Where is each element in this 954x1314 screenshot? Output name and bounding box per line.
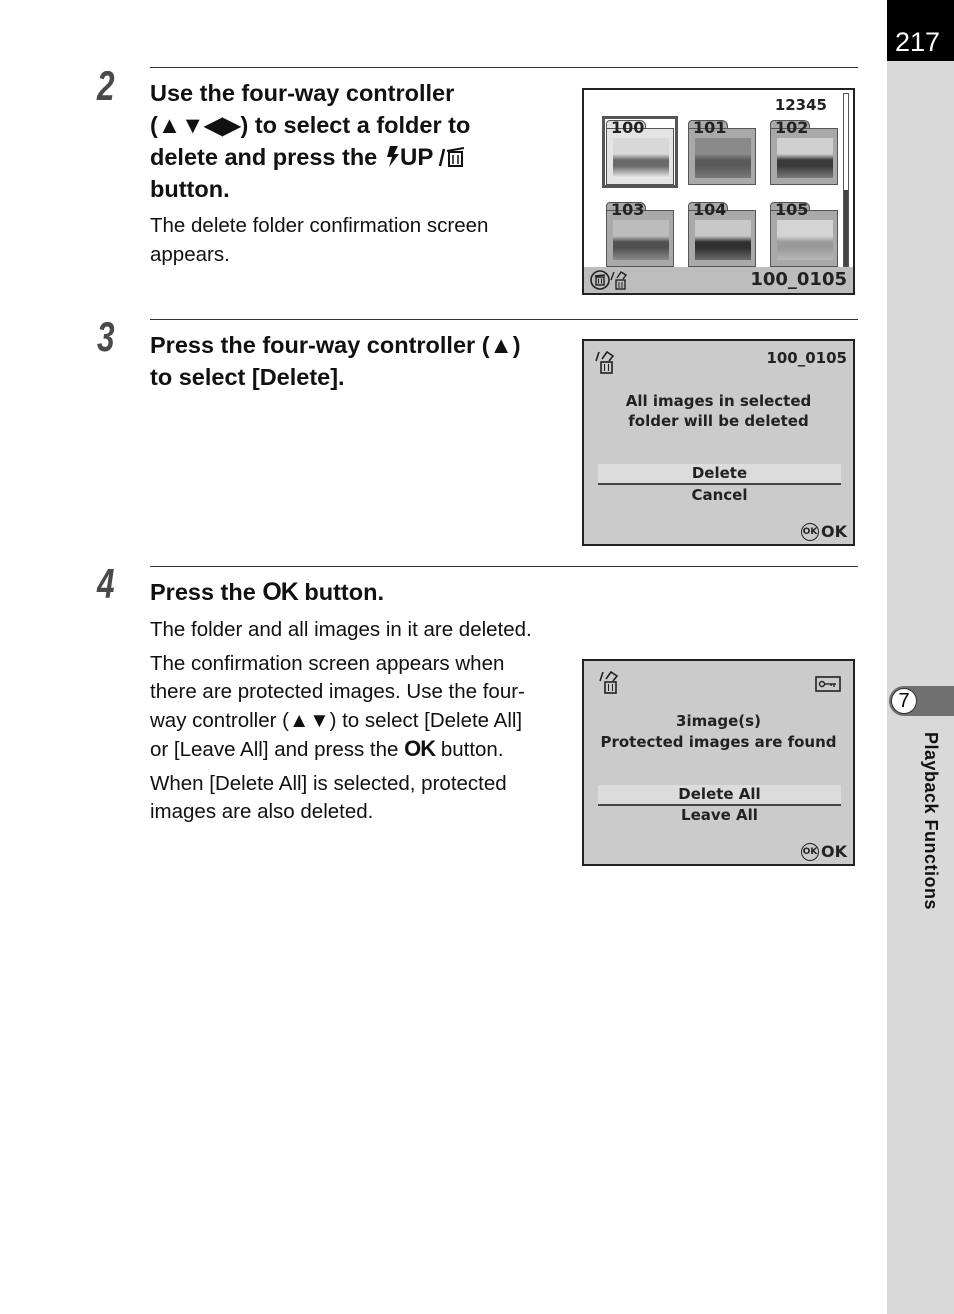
step-heading: Press the four-way controller (▲) to sel…	[150, 329, 570, 393]
body-line: appears.	[150, 242, 230, 266]
folder-file-name: 100_0105	[766, 349, 847, 367]
confirm-message: 3image(s) Protected images are found	[584, 711, 853, 753]
folder-list-screen: 12345 100 101 102 103 104 105 100_0105	[582, 88, 855, 295]
body-text: button.	[435, 738, 504, 761]
step-heading: Use the four-way controller (▲▼◀▶) to se…	[150, 77, 570, 205]
folder-label: 102	[775, 118, 809, 137]
folder-thumbnail	[777, 138, 833, 178]
ok-button-icon: OK	[801, 843, 819, 861]
ok-button-glyph: OK	[404, 736, 436, 761]
svg-text:UP: UP	[400, 144, 433, 168]
step-body: The folder and all images in it are dele…	[150, 616, 580, 827]
scrollbar-thumb[interactable]	[844, 190, 848, 266]
delete-confirm-screen: 100_0105 All images in selected folder w…	[582, 339, 855, 546]
heading-line: (▲▼◀▶) to select a folder to	[150, 112, 471, 138]
body-line: When [Delete All] is selected, protected	[150, 771, 507, 795]
chapter-title: Playback Functions	[921, 732, 941, 911]
delete-folder-icon	[598, 669, 622, 700]
body-line: way controller (▲▼) to select [Delete Al…	[150, 708, 523, 732]
folder-label: 104	[693, 200, 727, 219]
option-leave-all[interactable]: Leave All	[598, 806, 841, 825]
ok-button-icon: OK	[801, 523, 819, 541]
body-line: images are also deleted.	[150, 800, 374, 823]
step-divider	[150, 566, 858, 567]
chapter-sidebar	[887, 0, 954, 1314]
image-counter: 12345	[774, 96, 827, 114]
folder-item[interactable]: 102	[770, 118, 838, 185]
step-body: The delete folder confirmation screen ap…	[150, 212, 488, 269]
message-line: Protected images are found	[600, 733, 837, 751]
heading-line: delete and press the UP	[150, 141, 570, 173]
ok-label: OK	[821, 841, 847, 861]
body-line: there are protected images. Use the four…	[150, 680, 525, 703]
folder-item[interactable]: 101	[688, 118, 756, 185]
step-number: 2	[97, 62, 115, 109]
ok-button-glyph: OK	[262, 578, 298, 606]
ok-hint: OK OK	[801, 841, 847, 861]
page-number: 217	[887, 0, 954, 61]
heading-line: Use the four-way controller	[150, 80, 455, 106]
flash-up-trash-button-icon: UP	[384, 144, 472, 171]
folder-item[interactable]: 104	[688, 200, 756, 267]
option-delete-all[interactable]: Delete All	[598, 785, 841, 806]
step-number: 4	[97, 560, 115, 607]
folder-file-name: 100_0105	[750, 269, 847, 290]
heading-text: button.	[297, 579, 384, 605]
confirm-message: All images in selected folder will be de…	[584, 391, 853, 431]
body-line: The folder and all images in it are dele…	[150, 618, 532, 641]
folder-thumbnail	[695, 220, 751, 260]
folder-label: 105	[775, 200, 809, 219]
ok-hint: OK OK	[801, 521, 847, 541]
folder-thumbnail	[613, 220, 669, 260]
folder-label: 103	[611, 200, 645, 219]
heading-line: Press the four-way controller (▲)	[150, 332, 521, 358]
body-line: or [Leave All] and press the OK button.	[150, 735, 580, 765]
folder-item-selected[interactable]: 100	[602, 116, 678, 188]
trash-circle-icon	[590, 270, 610, 295]
folder-label: 100	[611, 118, 645, 137]
step-divider	[150, 67, 858, 68]
step-number: 3	[97, 313, 115, 360]
folder-item[interactable]: 105	[770, 200, 838, 267]
body-text: or [Leave All] and press the	[150, 738, 405, 761]
folder-label: 101	[693, 118, 727, 137]
body-line: The delete folder confirmation screen	[150, 214, 489, 237]
step-divider	[150, 319, 858, 320]
chapter-number: 7	[891, 688, 917, 714]
folder-thumbnail	[695, 138, 751, 178]
folder-thumbnail	[613, 138, 669, 178]
protected-count: 3image(s)	[676, 712, 761, 730]
message-line: folder will be deleted	[628, 412, 809, 430]
heading-text: Press the	[150, 579, 263, 605]
protected-confirm-screen: 3image(s) Protected images are found Del…	[582, 659, 855, 866]
delete-folder-icon	[610, 270, 630, 295]
option-cancel[interactable]: Cancel	[598, 486, 841, 505]
message-line: All images in selected	[625, 392, 812, 410]
scrollbar[interactable]	[843, 93, 849, 267]
ok-label: OK	[821, 521, 847, 541]
body-line: The confirmation screen appears when	[150, 651, 505, 675]
screen-footer: 100_0105	[584, 267, 853, 293]
folder-thumbnail	[777, 220, 833, 260]
step-heading: Press the OK button.	[150, 576, 384, 608]
heading-text: delete and press the	[150, 144, 384, 170]
delete-folder-icon	[594, 349, 618, 380]
heading-line: button.	[150, 176, 230, 202]
option-delete[interactable]: Delete	[598, 464, 841, 485]
folder-item[interactable]: 103	[606, 200, 674, 267]
protect-key-icon	[815, 676, 841, 697]
heading-line: to select [Delete].	[150, 364, 345, 390]
